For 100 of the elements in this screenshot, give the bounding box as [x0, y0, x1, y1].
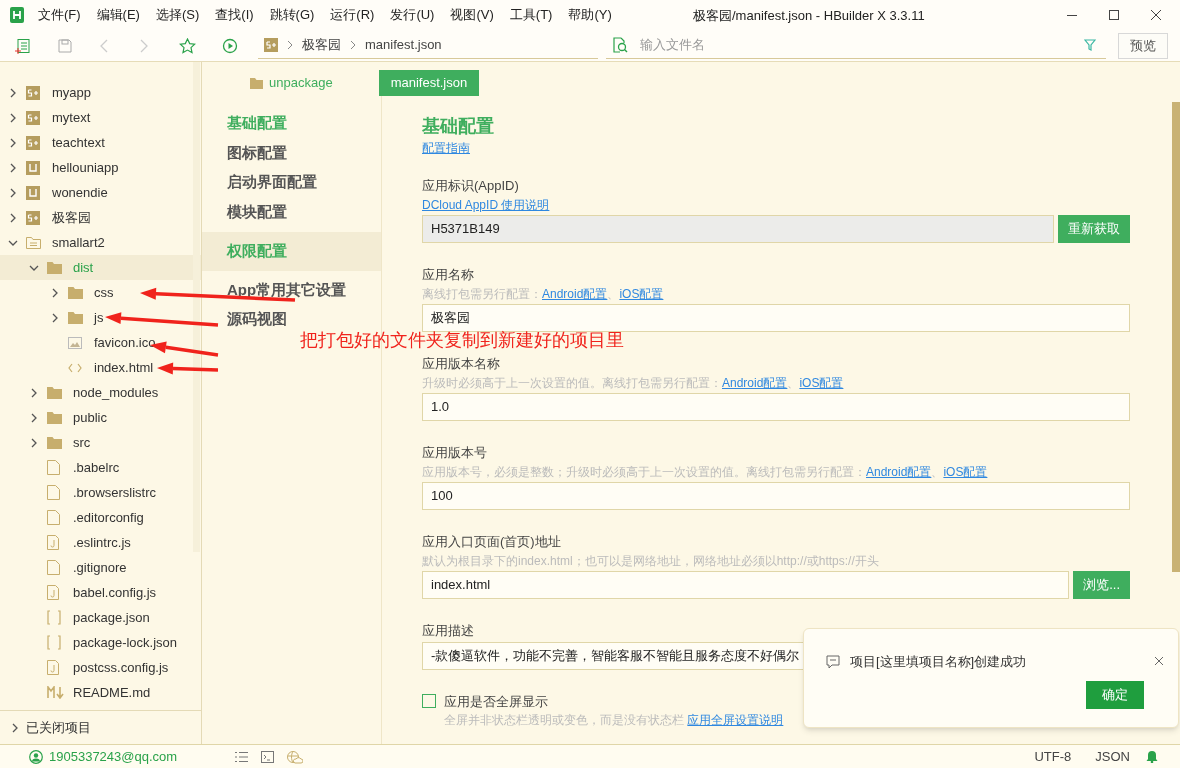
tree-item[interactable]: src — [0, 430, 201, 455]
tree-item[interactable]: smallart2 — [0, 230, 201, 255]
tree-item[interactable]: teachtext — [0, 130, 201, 155]
menu-item[interactable]: 编辑(E) — [96, 5, 140, 25]
tree-item[interactable]: package-lock.json — [0, 630, 201, 655]
tree-item[interactable]: wonendie — [0, 180, 201, 205]
close-icon[interactable] — [1154, 656, 1164, 666]
input-field[interactable]: 极客园 — [422, 303, 1130, 332]
close-icon[interactable] — [1150, 9, 1162, 21]
tree-item[interactable]: css — [0, 280, 201, 305]
help-link[interactable]: 应用全屏设置说明 — [687, 713, 784, 727]
tree-item[interactable]: myapp — [0, 80, 201, 105]
tree-item[interactable]: package.json — [0, 605, 201, 630]
menu-item[interactable]: 发行(U) — [390, 5, 435, 25]
chevron-right-icon[interactable] — [8, 137, 18, 148]
project-folder-icon — [26, 236, 41, 249]
file-icon — [47, 460, 60, 475]
tree-item-label: package.json — [73, 608, 150, 627]
tree-item[interactable]: js — [0, 305, 201, 330]
tree-item[interactable]: .browserslistrc — [0, 480, 201, 505]
star-icon[interactable] — [179, 37, 196, 54]
chevron-right-icon[interactable] — [50, 287, 60, 298]
tree-item[interactable]: index.html — [0, 355, 201, 380]
tree-item[interactable]: .babelrc — [0, 455, 201, 480]
config-nav-item[interactable]: App常用其它设置 — [202, 280, 381, 300]
tree-item[interactable]: 极客园 — [0, 205, 201, 230]
help-link[interactable]: Android配置 — [866, 464, 932, 479]
account-icon[interactable] — [29, 749, 43, 764]
checkbox-label: 应用是否全屏显示 — [444, 692, 548, 711]
chevron-right-icon[interactable] — [10, 722, 20, 733]
menu-item[interactable]: 文件(F) — [38, 5, 81, 25]
list-icon[interactable] — [235, 750, 249, 763]
field-hint: 、 — [607, 286, 620, 301]
input-field[interactable]: 1.0 — [422, 392, 1130, 421]
tree-item[interactable]: postcss.config.js — [0, 655, 201, 680]
chevron-right-icon[interactable] — [8, 112, 18, 123]
maximize-icon[interactable] — [1108, 9, 1120, 21]
field-label: 应用入口页面(首页)地址 — [422, 532, 562, 551]
terminal-icon[interactable] — [261, 750, 275, 763]
tree-item-label: index.html — [94, 358, 154, 377]
menu-item[interactable]: 跳转(G) — [269, 5, 315, 25]
checkbox[interactable] — [422, 694, 436, 709]
tree-item[interactable]: README.md — [0, 680, 201, 705]
help-link[interactable]: Android配置 — [542, 286, 608, 301]
preview-button[interactable]: 预览 — [1118, 32, 1168, 59]
menu-item[interactable]: 视图(V) — [450, 5, 494, 25]
chevron-right-icon[interactable] — [8, 187, 18, 198]
breadcrumb-item[interactable]: 极客园 — [302, 35, 341, 55]
help-link[interactable]: Android配置 — [722, 375, 788, 390]
guide-link[interactable]: 配置指南 — [422, 139, 470, 157]
tree-item[interactable]: .gitignore — [0, 555, 201, 580]
encoding-label[interactable]: UTF-8 — [1034, 746, 1072, 767]
tree-item[interactable]: public — [0, 405, 201, 430]
chevron-right-icon[interactable] — [29, 437, 39, 448]
closed-projects-item[interactable]: 已关闭项目 — [26, 717, 91, 738]
help-link[interactable]: iOS配置 — [799, 375, 844, 390]
tree-item[interactable]: .eslintrc.js — [0, 530, 201, 555]
field-label: 应用描述 — [422, 621, 475, 640]
chevron-right-icon[interactable] — [8, 87, 18, 98]
help-link[interactable]: iOS配置 — [619, 286, 664, 301]
tree-item[interactable]: .editorconfig — [0, 505, 201, 530]
chevron-right-icon[interactable] — [8, 212, 18, 223]
tree-item[interactable]: node_modules — [0, 380, 201, 405]
menu-item[interactable]: 工具(T) — [509, 5, 553, 25]
tree-item[interactable]: mytext — [0, 105, 201, 130]
scrollbar-thumb[interactable] — [1172, 102, 1180, 572]
file-search-field[interactable]: 输入文件名 — [640, 35, 1084, 55]
input-field[interactable]: index.html — [422, 570, 1070, 599]
chevron-right-icon[interactable] — [8, 162, 18, 173]
menu-item[interactable]: 帮助(Y) — [568, 5, 612, 25]
js-file-icon — [47, 660, 59, 675]
arrow — [157, 362, 219, 375]
tree-item[interactable]: babel.config.js — [0, 580, 201, 605]
config-nav-item[interactable]: 启动界面配置 — [202, 172, 381, 193]
tree-item-label: mytext — [52, 108, 91, 127]
language-label[interactable]: JSON — [1095, 746, 1130, 767]
scrollbar-track[interactable] — [193, 62, 200, 552]
help-link[interactable]: DCloud AppID 使用说明 — [422, 197, 550, 212]
breadcrumb-item[interactable]: manifest.json — [365, 35, 442, 55]
config-nav-item[interactable]: 源码视图 — [202, 309, 381, 330]
new-file-icon[interactable] — [15, 37, 31, 54]
menu-item[interactable]: 运行(R) — [330, 5, 375, 25]
input-field[interactable]: 100 — [422, 481, 1130, 510]
input-field[interactable]: H5371B149 — [422, 214, 1054, 243]
tree-item-label: .eslintrc.js — [73, 533, 131, 552]
tree-item-label: babel.config.js — [73, 583, 157, 602]
bell-icon[interactable] — [1146, 750, 1158, 763]
tree-item-label: dist — [73, 258, 94, 277]
help-link[interactable]: iOS配置 — [943, 464, 988, 479]
menu-item[interactable]: 选择(S) — [155, 5, 200, 25]
chevron-right-icon[interactable] — [29, 387, 39, 398]
tree-item-label: favicon.ico — [94, 333, 156, 352]
config-nav-item[interactable]: 模块配置 — [202, 202, 381, 222]
run-icon[interactable] — [222, 37, 238, 54]
config-nav-item[interactable]: 图标配置 — [202, 143, 381, 163]
tree-item[interactable]: favicon.ico — [0, 330, 201, 355]
tree-item[interactable]: hellouniapp — [0, 155, 201, 180]
chevron-right-icon[interactable] — [50, 312, 60, 323]
menu-item[interactable]: 查找(I) — [215, 5, 254, 25]
chevron-right-icon[interactable] — [29, 412, 39, 423]
